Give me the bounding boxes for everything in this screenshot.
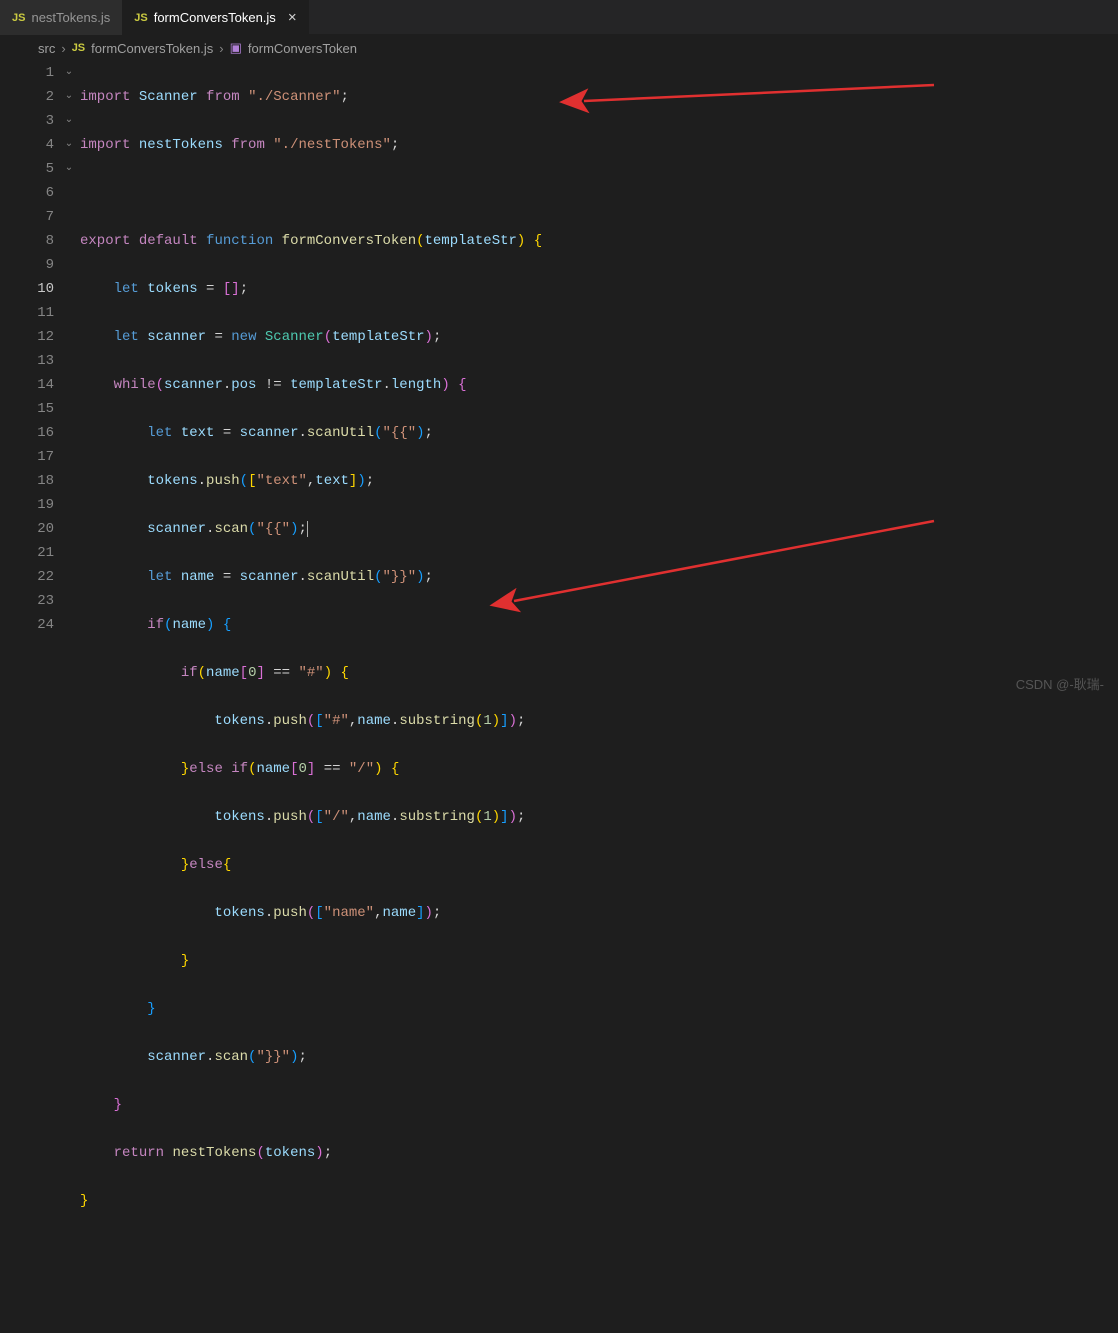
tab-nesttokens[interactable]: JS nestTokens.js xyxy=(0,0,122,35)
tab-formconverstoken[interactable]: JS formConversToken.js × xyxy=(122,0,308,35)
js-icon: JS xyxy=(72,42,85,54)
js-icon: JS xyxy=(12,12,25,24)
js-icon: JS xyxy=(134,12,147,24)
chevron-right-icon: › xyxy=(219,41,223,56)
breadcrumb-file[interactable]: formConversToken.js xyxy=(91,41,213,56)
breadcrumb: src › JS formConversToken.js › ▣ formCon… xyxy=(0,35,1118,61)
breadcrumb-symbol[interactable]: formConversToken xyxy=(248,41,357,56)
breadcrumb-root[interactable]: src xyxy=(38,41,55,56)
line-number-gutter: 123456789 10 111213141516171819202122232… xyxy=(0,61,80,1333)
tab-bar: JS nestTokens.js JS formConversToken.js … xyxy=(0,0,1118,35)
tab-label: formConversToken.js xyxy=(154,10,276,25)
chevron-right-icon: › xyxy=(61,41,65,56)
tab-label: nestTokens.js xyxy=(31,10,110,25)
close-icon[interactable]: × xyxy=(288,9,297,26)
watermark: CSDN @-耿瑞- xyxy=(1016,674,1104,693)
fold-gutter: ⌄⌄⌄⌄⌄ xyxy=(60,61,78,181)
code-editor[interactable]: 123456789 10 111213141516171819202122232… xyxy=(0,61,1118,1333)
symbol-function-icon: ▣ xyxy=(230,40,242,56)
code-area[interactable]: import Scanner from "./Scanner"; import … xyxy=(80,61,1118,1333)
